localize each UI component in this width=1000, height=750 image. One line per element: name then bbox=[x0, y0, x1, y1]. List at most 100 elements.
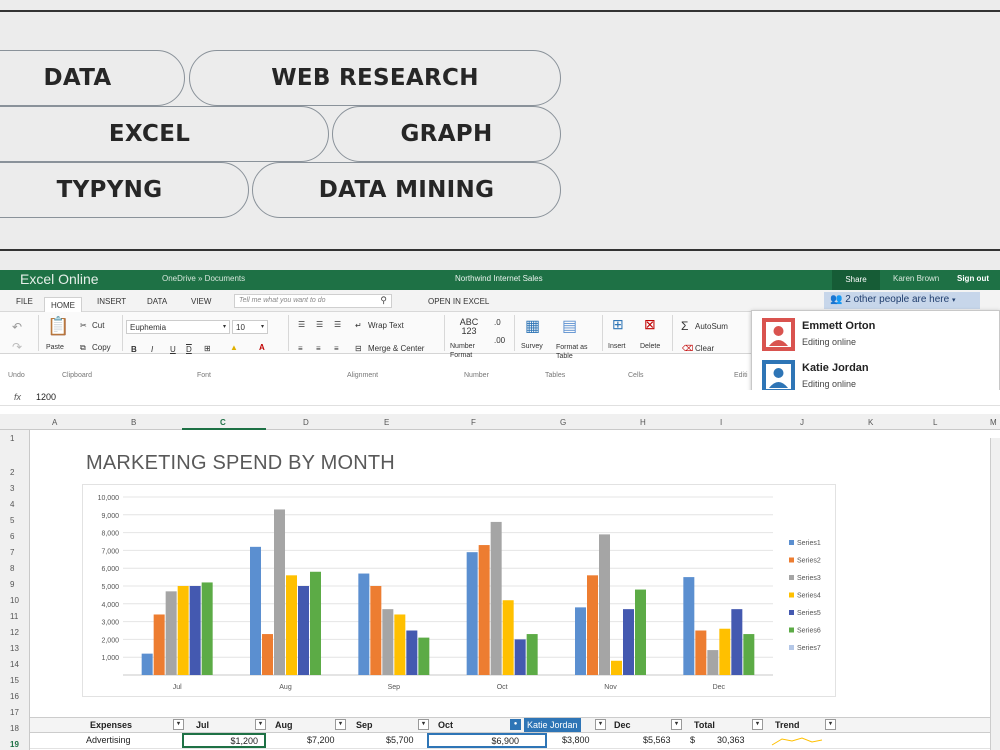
column-header[interactable]: D bbox=[303, 418, 309, 427]
redo-icon[interactable]: ↷ bbox=[12, 340, 22, 354]
row-header[interactable]: 8 bbox=[10, 564, 14, 573]
align-middle-icon[interactable]: ☰ bbox=[316, 320, 323, 329]
delete-cells-icon[interactable]: ⊠ bbox=[644, 316, 656, 333]
decimal-icon[interactable]: .00 bbox=[494, 336, 505, 345]
double-underline-button[interactable]: D bbox=[186, 345, 192, 354]
column-header-selected[interactable]: C bbox=[220, 418, 226, 427]
filter-dropdown-button[interactable]: ▾ bbox=[825, 719, 836, 730]
format-table-icon[interactable]: ▤ bbox=[562, 316, 577, 336]
row-header-selected[interactable]: 19 bbox=[10, 740, 19, 749]
row-header[interactable]: 11 bbox=[10, 612, 18, 621]
column-header[interactable]: B bbox=[131, 418, 136, 427]
cut-button[interactable]: Cut bbox=[92, 321, 104, 330]
delete-button[interactable]: Delete bbox=[640, 343, 660, 350]
autosum-button[interactable]: AutoSum bbox=[695, 322, 728, 331]
row-header[interactable]: 14 bbox=[10, 660, 19, 669]
row-header[interactable]: 2 bbox=[10, 468, 14, 477]
tab-data[interactable]: DATA bbox=[147, 297, 167, 306]
italic-button[interactable]: I bbox=[151, 345, 153, 354]
tab-file[interactable]: FILE bbox=[16, 297, 33, 306]
cell-collaborator-selected[interactable]: $6,900 bbox=[427, 733, 547, 748]
vertical-scrollbar[interactable] bbox=[990, 438, 1000, 750]
search-icon[interactable]: ⚲ bbox=[380, 295, 387, 306]
paste-icon[interactable]: 📋 bbox=[47, 316, 69, 337]
share-button[interactable]: Share bbox=[832, 270, 880, 290]
copy-button[interactable]: Copy bbox=[92, 343, 111, 352]
row-header[interactable]: 10 bbox=[10, 596, 19, 605]
clear-button[interactable]: Clear bbox=[695, 344, 714, 353]
filter-dropdown-button[interactable]: ▾ bbox=[752, 719, 763, 730]
wrap-text-button[interactable]: Wrap Text bbox=[368, 321, 404, 330]
filter-dropdown-button[interactable]: ▾ bbox=[418, 719, 429, 730]
undo-icon[interactable]: ↶ bbox=[12, 320, 22, 334]
cell[interactable]: $ bbox=[690, 735, 695, 745]
merge-center-button[interactable]: Merge & Center bbox=[368, 344, 424, 353]
row-header[interactable]: 16 bbox=[10, 692, 19, 701]
filter-dropdown-button[interactable]: ▾ bbox=[595, 719, 606, 730]
chart-area[interactable]: 1,000 2,000 3,000 4,000 5,000 6,000 7,000 8,000… bbox=[82, 484, 836, 697]
row-header[interactable]: 3 bbox=[10, 484, 14, 493]
collaborators-button[interactable]: 👥 2 other people are here ▾ bbox=[824, 292, 980, 309]
column-header[interactable]: F bbox=[471, 418, 476, 427]
cell[interactable]: $7,200 bbox=[307, 735, 335, 745]
borders-icon[interactable]: ⊞ bbox=[204, 344, 211, 353]
number-format-button[interactable]: Number Format bbox=[450, 342, 490, 360]
row-header[interactable]: 15 bbox=[10, 676, 19, 685]
row-header[interactable]: 17 bbox=[10, 708, 19, 717]
insert-cells-icon[interactable]: ⊞ bbox=[612, 316, 624, 333]
breadcrumb[interactable]: OneDrive » Documents bbox=[162, 274, 245, 283]
underline-button[interactable]: U bbox=[170, 345, 176, 354]
header-cell[interactable]: Oct bbox=[438, 720, 453, 730]
survey-icon[interactable]: ▦ bbox=[525, 316, 540, 336]
decimal-icon[interactable]: .0 bbox=[494, 318, 501, 327]
align-left-icon[interactable]: ≡ bbox=[298, 344, 303, 353]
column-header[interactable]: L bbox=[933, 418, 937, 427]
cell-selected[interactable]: $1,200 bbox=[182, 733, 266, 748]
sign-out-link[interactable]: Sign out bbox=[957, 274, 989, 283]
bold-button[interactable]: B bbox=[131, 345, 137, 354]
filter-dropdown-button[interactable]: ▾ bbox=[255, 719, 266, 730]
open-in-excel-button[interactable]: OPEN IN EXCEL bbox=[428, 297, 489, 306]
cell[interactable]: $5,700 bbox=[386, 735, 414, 745]
column-header[interactable]: A bbox=[52, 418, 57, 427]
tab-insert[interactable]: INSERT bbox=[97, 297, 126, 306]
row-header[interactable]: 7 bbox=[10, 548, 14, 557]
filter-dropdown-button[interactable]: ▾ bbox=[671, 719, 682, 730]
font-color-icon[interactable]: A bbox=[259, 343, 265, 352]
column-header[interactable]: E bbox=[384, 418, 389, 427]
row-header[interactable]: 4 bbox=[10, 500, 14, 509]
cell[interactable]: $5,563 bbox=[643, 735, 671, 745]
row-header[interactable]: 5 bbox=[10, 516, 14, 525]
header-cell[interactable]: Total bbox=[694, 720, 715, 730]
filter-dropdown-button[interactable]: ▾ bbox=[335, 719, 346, 730]
column-header[interactable]: K bbox=[868, 418, 873, 427]
font-name-select[interactable]: Euphemia ▾ bbox=[126, 320, 230, 334]
format-as-table-button[interactable]: Format as Table bbox=[556, 343, 600, 361]
insert-button[interactable]: Insert bbox=[608, 343, 626, 350]
header-cell[interactable]: Aug bbox=[275, 720, 293, 730]
header-cell[interactable]: Trend bbox=[775, 720, 800, 730]
align-top-icon[interactable]: ☰ bbox=[298, 320, 305, 329]
row-header[interactable]: 9 bbox=[10, 580, 14, 589]
header-cell[interactable]: Expenses bbox=[90, 720, 132, 730]
formula-bar[interactable]: fx 1200 bbox=[0, 390, 1000, 406]
filter-dropdown-button[interactable]: ▾ bbox=[173, 719, 184, 730]
row-header[interactable]: 6 bbox=[10, 532, 14, 541]
align-bottom-icon[interactable]: ☰ bbox=[334, 320, 341, 329]
column-header[interactable]: I bbox=[720, 418, 722, 427]
align-right-icon[interactable]: ≡ bbox=[334, 344, 339, 353]
row-header[interactable]: 13 bbox=[10, 644, 19, 653]
column-header[interactable]: H bbox=[640, 418, 646, 427]
column-header[interactable]: M bbox=[990, 418, 997, 427]
tab-home[interactable]: HOME bbox=[44, 297, 82, 313]
align-center-icon[interactable]: ≡ bbox=[316, 344, 321, 353]
tab-view[interactable]: VIEW bbox=[191, 297, 211, 306]
collaborator-item[interactable]: Katie Jordan Editing online bbox=[762, 360, 992, 394]
survey-button[interactable]: Survey bbox=[521, 343, 543, 350]
row-header[interactable]: 1 bbox=[10, 434, 14, 443]
header-cell[interactable]: Sep bbox=[356, 720, 373, 730]
cell[interactable]: Advertising bbox=[86, 735, 131, 745]
row-header[interactable]: 18 bbox=[10, 724, 19, 733]
column-header[interactable]: G bbox=[560, 418, 566, 427]
cell[interactable]: $3,800 bbox=[562, 735, 590, 745]
